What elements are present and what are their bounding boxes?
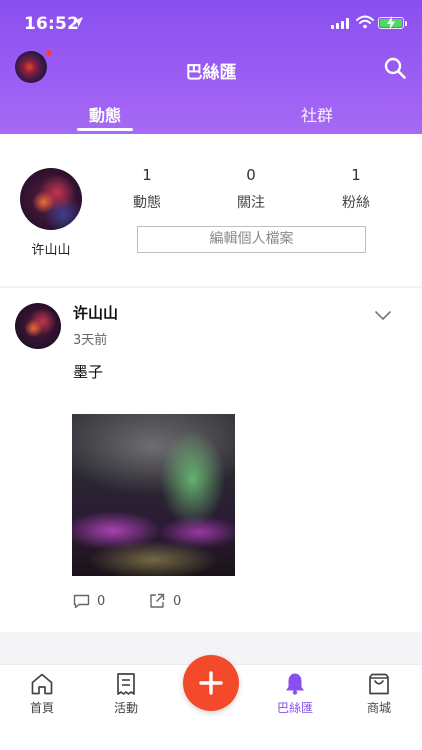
location-arrow-icon xyxy=(73,17,83,27)
notification-dot xyxy=(45,49,53,57)
share-count: 0 xyxy=(173,594,182,609)
profile-name: 许山山 xyxy=(31,243,71,258)
nav-basihui-label: 巴絲匯 xyxy=(276,701,313,715)
post-timestamp: 3天前 xyxy=(73,333,108,348)
stat-following-label: 關注 xyxy=(237,195,265,211)
status-bar: 16:52 xyxy=(0,0,422,44)
receipt-icon xyxy=(117,673,135,695)
post-card: 许山山 3天前 墨子 0 0 xyxy=(0,288,422,632)
nav-events[interactable]: 活動 xyxy=(96,671,156,716)
stat-following-count: 0 xyxy=(246,166,256,184)
shopping-bag-icon xyxy=(369,673,389,695)
tab-community[interactable]: 社群 xyxy=(292,102,342,126)
nav-events-label: 活動 xyxy=(113,701,138,715)
stat-posts-label: 動態 xyxy=(133,195,161,211)
post-image[interactable] xyxy=(72,414,235,576)
stat-posts-count: 1 xyxy=(142,166,152,184)
edit-profile-button[interactable]: 編輯個人檔案 xyxy=(137,226,366,253)
stat-followers-count: 1 xyxy=(351,166,361,184)
add-post-button[interactable] xyxy=(183,655,239,711)
battery-icon xyxy=(378,16,404,30)
plus-icon xyxy=(199,671,223,695)
signal-icon xyxy=(331,18,349,29)
wifi-icon xyxy=(356,15,374,29)
stat-posts[interactable]: 1 動態 xyxy=(117,166,177,212)
bell-icon xyxy=(286,673,304,695)
share-icon[interactable] xyxy=(149,593,165,609)
chevron-down-icon[interactable] xyxy=(374,310,392,322)
nav-basihui[interactable]: 巴絲匯 xyxy=(265,671,325,716)
nav-home[interactable]: 首頁 xyxy=(12,671,72,716)
nav-mall-label: 商城 xyxy=(366,701,391,715)
nav-mall[interactable]: 商城 xyxy=(349,671,409,716)
stat-followers[interactable]: 1 粉絲 xyxy=(326,166,386,212)
battery-cap xyxy=(405,21,407,26)
top-header: 16:52 巴絲匯 動態 社群 xyxy=(0,0,422,134)
profile-card: 许山山 1 動態 0 關注 1 粉絲 編輯個人檔案 xyxy=(0,134,422,286)
comment-count: 0 xyxy=(97,594,106,609)
home-icon xyxy=(31,673,53,695)
tab-dongtai[interactable]: 動態 xyxy=(76,102,134,126)
post-author-name[interactable]: 许山山 xyxy=(73,302,118,323)
nav-home-label: 首頁 xyxy=(29,701,54,715)
search-icon[interactable] xyxy=(383,56,407,80)
profile-avatar[interactable] xyxy=(20,168,82,230)
active-tab-indicator xyxy=(77,128,133,131)
post-author-avatar[interactable] xyxy=(15,303,61,349)
stat-followers-label: 粉絲 xyxy=(342,195,370,211)
stat-following[interactable]: 0 關注 xyxy=(221,166,281,212)
comment-icon[interactable] xyxy=(73,594,90,609)
status-time: 16:52 xyxy=(24,14,80,34)
page-title: 巴絲匯 xyxy=(185,63,237,83)
post-text: 墨子 xyxy=(73,363,104,381)
